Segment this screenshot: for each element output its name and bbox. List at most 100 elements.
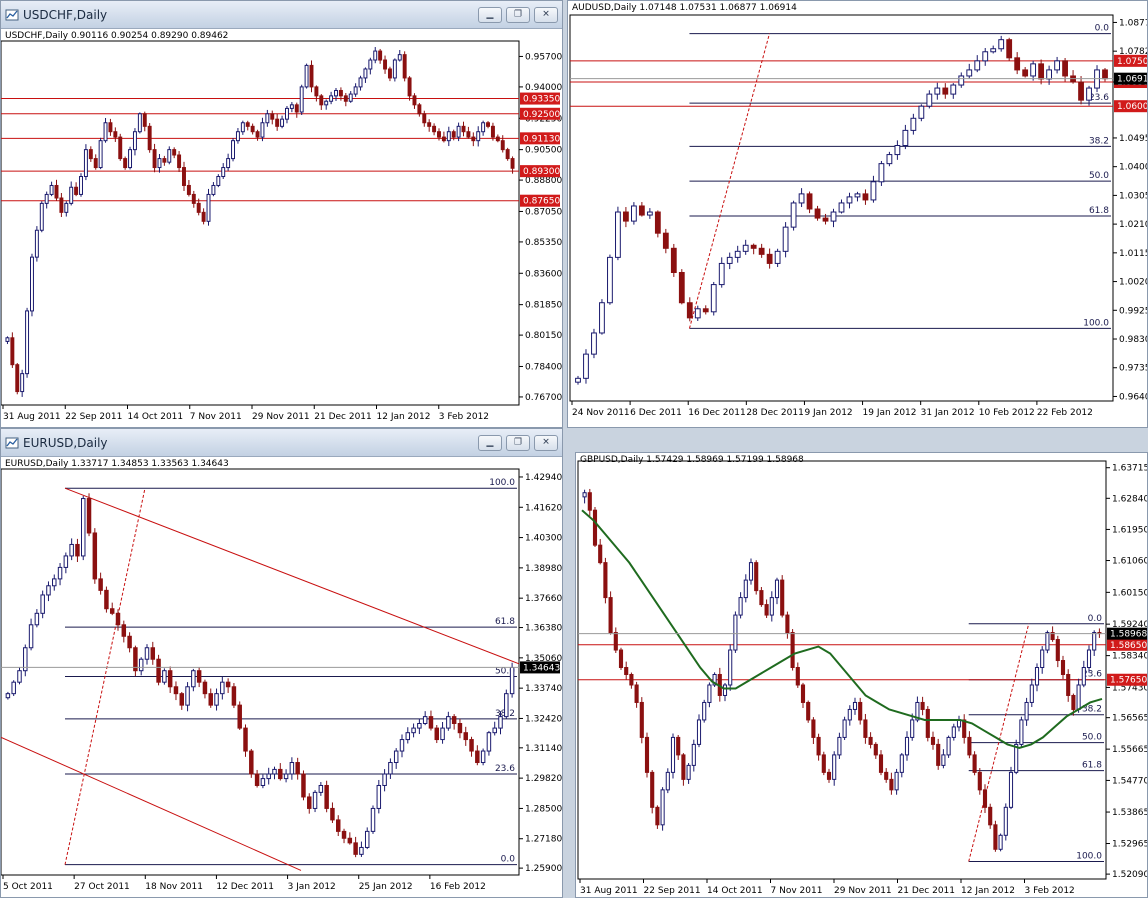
maximize-button[interactable]: ❐ (506, 434, 530, 451)
candle-body (1029, 684, 1034, 703)
candle (324, 99, 329, 110)
candle-body (434, 727, 440, 741)
candle-body (49, 184, 54, 195)
minimize-button[interactable]: ▁ (478, 6, 502, 23)
candle-body (868, 736, 873, 745)
candle-body (583, 353, 589, 379)
candle-body (348, 93, 353, 102)
candle-body (15, 364, 20, 393)
candle (899, 752, 904, 778)
candle-body (285, 107, 289, 120)
candle (98, 572, 103, 595)
candle-body (758, 247, 765, 255)
candle (852, 697, 858, 715)
candle-body (132, 131, 137, 151)
candle-body (946, 736, 951, 756)
candle (5, 336, 10, 345)
candle (348, 91, 353, 103)
candle-body (463, 732, 468, 741)
candle-body (476, 131, 481, 142)
candle (121, 620, 127, 643)
candle-body (904, 736, 910, 756)
candle (800, 682, 806, 708)
candle (811, 717, 816, 745)
candle (1008, 766, 1014, 810)
eurusd-titlebar[interactable]: EURUSD,Daily ▁ ❐ ✕ (1, 429, 562, 457)
audusd-current-price-label: 1.0691 (1117, 75, 1148, 85)
candle (25, 307, 30, 378)
candle (1086, 645, 1092, 673)
candle (967, 731, 972, 759)
candle (1066, 669, 1071, 702)
candle-body (172, 149, 177, 156)
usdchf-plot-area[interactable]: 0.957000.940000.922500.905000.888000.870… (1, 29, 562, 427)
candle (206, 188, 211, 226)
candle (780, 575, 785, 618)
candle (428, 710, 434, 731)
candle (814, 205, 821, 221)
candle-body (1024, 701, 1029, 721)
candle-body (492, 727, 497, 734)
candle-body (319, 95, 324, 106)
candle (270, 110, 275, 125)
candle (750, 243, 757, 255)
candle (353, 83, 358, 97)
eurusd-xtick-label: 27 Oct 2011 (74, 882, 130, 892)
candle-body (407, 77, 412, 97)
gbpusd-plot-area[interactable]: 1.63715 1.62840 1.61950 1.61060 1.60150 1.592… (576, 453, 1147, 897)
candle (285, 105, 289, 124)
maximize-button[interactable]: ❐ (506, 6, 530, 23)
audusd-plot-area[interactable]: 1.08771.07821.06801.04951.04001.03051.02… (568, 1, 1147, 427)
candle (926, 90, 933, 109)
candle-body (221, 167, 226, 178)
audusd-chart-window[interactable]: 1.08771.07821.06801.04951.04001.03051.02… (567, 0, 1148, 428)
eurusd-chart[interactable]: 1.42940 1.41620 1.40300 1.38980 1.37660 1.363… (1, 457, 563, 898)
eurusd-plot-area[interactable]: 1.42940 1.41620 1.40300 1.38980 1.37660 1.363… (1, 457, 562, 897)
close-icon: ✕ (542, 437, 550, 447)
candle (10, 332, 15, 368)
candle (388, 758, 393, 779)
eurusd-chart-window[interactable]: EURUSD,Daily ▁ ❐ ✕ 1.42940 1.41620 1.40300… (0, 428, 563, 898)
usdchf-chart[interactable]: 0.957000.940000.922500.905000.888000.870… (1, 29, 563, 428)
candle (319, 94, 324, 110)
candle (946, 735, 951, 758)
close-button[interactable]: ✕ (534, 434, 558, 451)
close-button[interactable]: ✕ (534, 6, 558, 23)
candle-body (694, 308, 701, 319)
candle (1014, 739, 1019, 775)
candle (104, 586, 109, 613)
candle-body (800, 684, 806, 703)
audusd-chart[interactable]: 1.08771.07821.06801.04951.04001.03051.02… (568, 1, 1148, 428)
usdchf-titlebar[interactable]: USDCHF,Daily ▁ ❐ ✕ (1, 1, 562, 29)
candle-body (613, 632, 618, 651)
gbpusd-chart[interactable]: 1.637151.628401.619501.610601.601501.592… (576, 453, 1148, 898)
candle (237, 701, 242, 730)
candle-body (428, 716, 434, 729)
candle-body (451, 131, 456, 138)
candle-body (75, 543, 80, 557)
candle-body (858, 701, 863, 721)
candle (245, 120, 250, 131)
minimize-button[interactable]: ▁ (478, 434, 502, 451)
candle (509, 662, 515, 698)
candle (998, 833, 1003, 852)
gbpusd-chart-window[interactable]: 1.63715 1.62840 1.61950 1.61060 1.60150 1.592… (575, 452, 1148, 898)
gbpusd-ytick-label: 1.63715 (1112, 464, 1148, 474)
candle (982, 48, 989, 66)
usdchf-chart-window[interactable]: USDCHF,Daily ▁ ❐ ✕ 0.957000.940000.92250… (0, 0, 563, 428)
candle (475, 745, 480, 766)
candle (63, 552, 69, 574)
candle (243, 724, 248, 757)
candle (878, 160, 885, 186)
candle-body (59, 197, 64, 213)
candle (702, 699, 707, 723)
candle (422, 711, 428, 726)
audusd-fib-label: 38.2 (1089, 136, 1109, 146)
candle-body (177, 154, 182, 169)
candle (608, 591, 613, 635)
candle (630, 202, 637, 225)
candle (299, 84, 304, 116)
candle-body (500, 140, 505, 151)
candle-body (347, 837, 353, 844)
candle-body (191, 670, 196, 688)
